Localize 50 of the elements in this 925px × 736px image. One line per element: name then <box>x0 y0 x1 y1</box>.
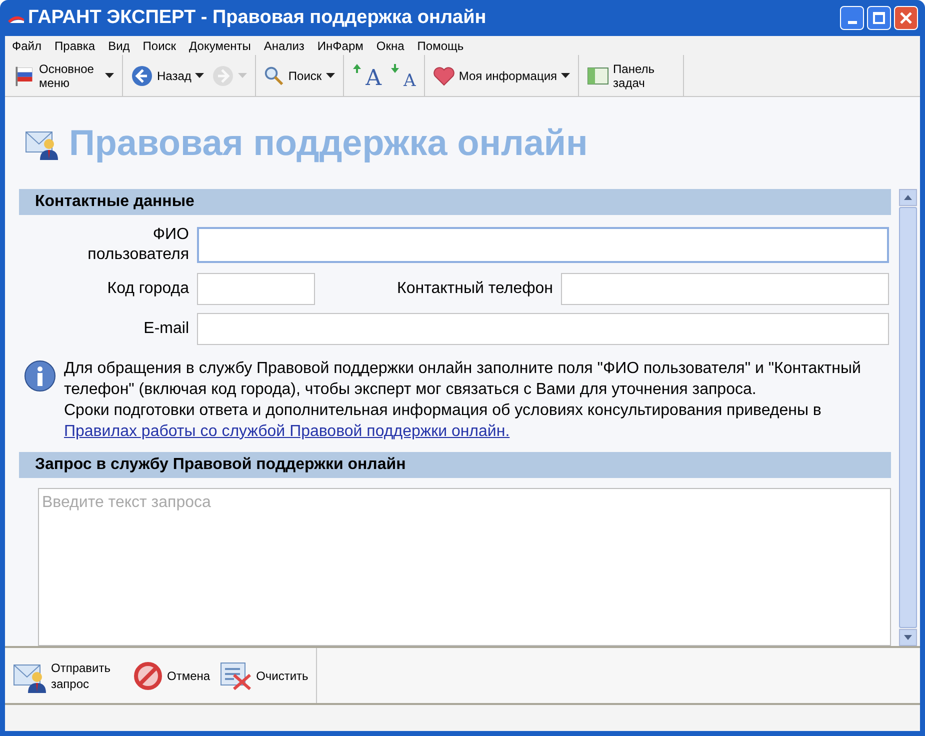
up-arrow-icon <box>352 64 362 72</box>
input-field[interactable] <box>197 227 889 263</box>
window-title: ГАРАНТ ЭКСПЕРТ - Правовая поддержка онлайн <box>28 6 486 30</box>
request-text-field[interactable]: Введите текст запроса <box>38 488 891 646</box>
menu-item[interactable]: Анализ <box>264 36 304 54</box>
menu-item[interactable]: Окна <box>376 36 404 54</box>
panel-icon <box>587 66 610 86</box>
info-paragraph: Для обращения в службу Правовой поддержки онлайн заполните поля "ФИО пользователя" и "Контактный телефон" (включая код города), чтобы эксперт мог связаться с Вами для уточнения запроса. Сроки подготовки ответа и дополнительная информация об условиях консультирования приведены в Правилах работы со службой Правовой поддержки онлайн. <box>64 359 862 442</box>
page-title: Правовая поддержка онлайн <box>69 121 588 165</box>
form-cross-icon <box>220 660 252 690</box>
input-field[interactable] <box>197 313 889 345</box>
section-heading: Контактные данные <box>19 189 891 215</box>
field-label: Код города <box>106 279 189 299</box>
menu-item[interactable]: Правка <box>54 36 96 54</box>
close-button[interactable] <box>894 6 918 30</box>
input-field[interactable] <box>197 273 315 305</box>
field-label: E-mail <box>142 319 189 339</box>
toolbar-button[interactable]: Поиск <box>264 66 335 86</box>
field-label: Контактный телефон <box>396 279 553 299</box>
toolbar-button[interactable]: Назад <box>131 64 204 86</box>
info-icon <box>24 360 56 392</box>
menu-item[interactable]: ИнФарм <box>317 36 364 54</box>
font-increase-button[interactable]: A <box>352 62 382 90</box>
heart-icon <box>432 66 455 86</box>
toolbar-button[interactable]: Основное меню <box>13 62 114 90</box>
menu-item[interactable]: Файл <box>12 36 42 54</box>
search-icon <box>264 66 284 86</box>
scroll-down-arrow-icon <box>904 635 912 640</box>
field-label: ФИО пользователя <box>86 225 189 265</box>
scroll-up-arrow-icon <box>904 195 912 200</box>
font-decrease-button[interactable]: A <box>390 62 416 90</box>
action-button[interactable]: Отправить запрос <box>13 658 123 692</box>
toolbar-button[interactable]: Моя информация <box>432 66 570 86</box>
action-button[interactable]: Отмена <box>133 660 210 690</box>
minimize-button[interactable] <box>840 6 864 30</box>
menu-item[interactable]: Документы <box>189 36 251 54</box>
action-button[interactable]: Очистить <box>220 660 308 690</box>
down-arrow-icon <box>390 64 400 72</box>
prohibited-icon <box>133 660 163 690</box>
maximize-button[interactable] <box>867 6 891 30</box>
rules-link[interactable]: Правилах работы со службой Правовой поддержки онлайн. <box>64 423 510 440</box>
toolbar-button[interactable]: Панель задач <box>587 62 676 90</box>
section-heading: Запрос в службу Правовой поддержки онлайн <box>19 452 891 478</box>
menu-item[interactable]: Поиск <box>142 36 176 54</box>
flag-icon <box>13 64 35 86</box>
vertical-scrollbar[interactable] <box>899 189 917 646</box>
menu-item[interactable]: Помощь <box>417 36 464 54</box>
close-icon <box>899 11 913 25</box>
input-field[interactable] <box>561 273 889 305</box>
menu-item[interactable]: Вид <box>108 36 130 54</box>
